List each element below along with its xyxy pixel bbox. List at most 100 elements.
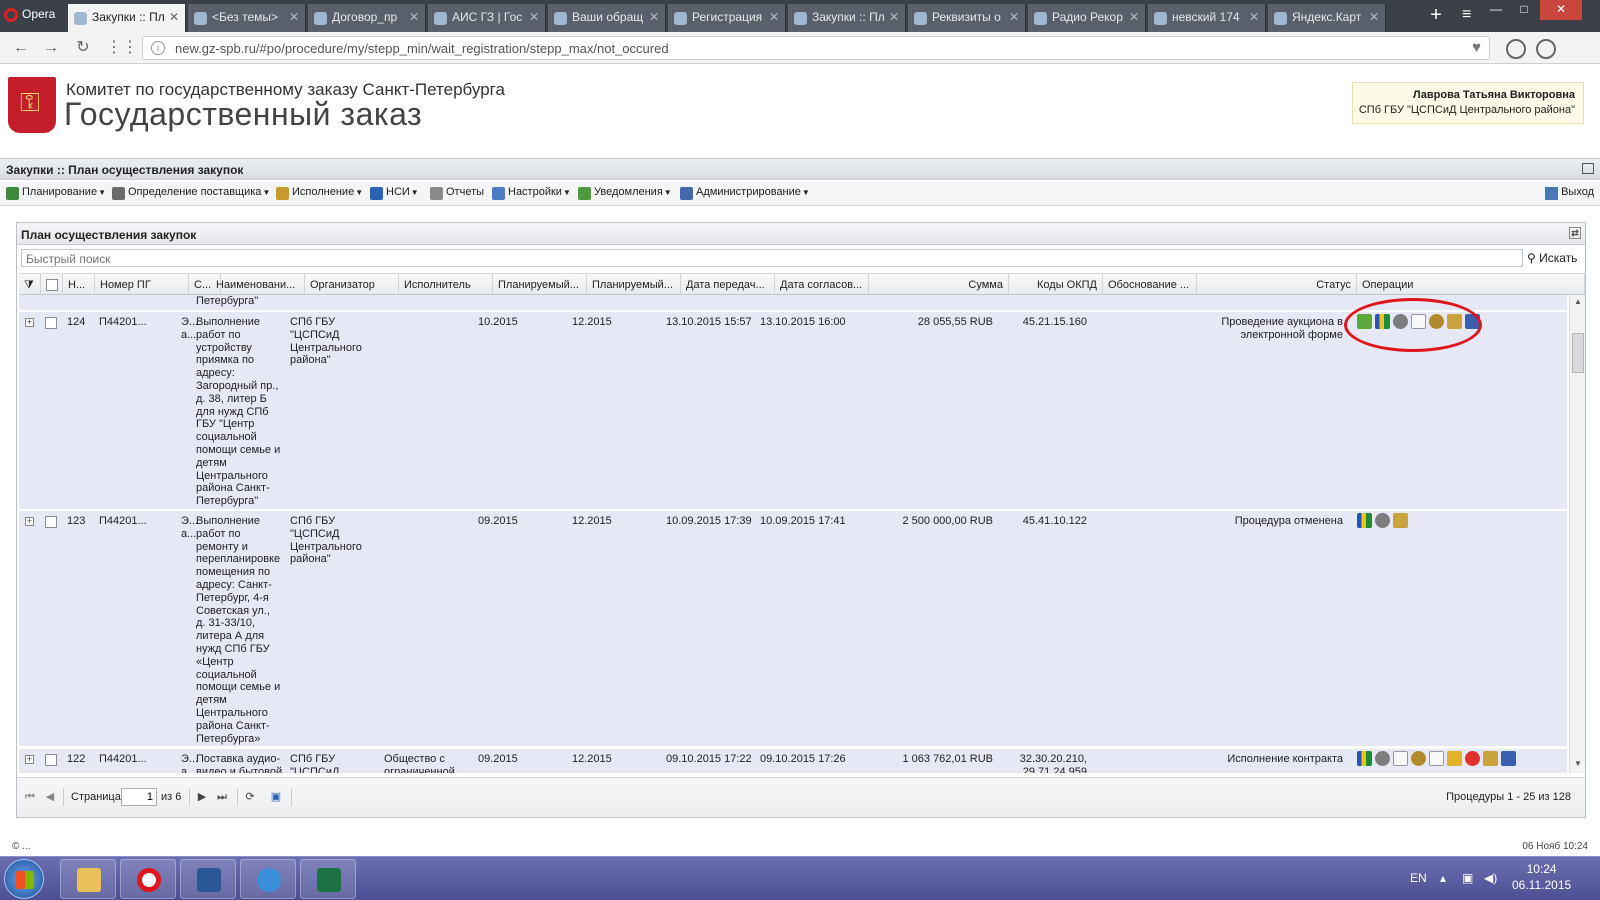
table-row[interactable]: +122 П44201... Э... а... Поставка аудио-виде… (19, 749, 1567, 773)
operation-red-icon[interactable] (1465, 751, 1480, 766)
minimize-button[interactable]: — (1484, 0, 1508, 20)
row-checkbox[interactable] (45, 754, 57, 766)
tab-close-icon[interactable]: ✕ (1369, 10, 1379, 24)
close-window-button[interactable]: ✕ (1540, 0, 1582, 20)
column-header[interactable]: Сумма (869, 274, 1009, 296)
exit-button[interactable]: Выход (1545, 186, 1594, 200)
column-header[interactable]: Номер ПГ (95, 274, 189, 296)
column-header[interactable]: Коды ОКПД (1009, 274, 1103, 296)
tab-close-icon[interactable]: ✕ (769, 10, 779, 24)
browser-tab[interactable]: Закупки :: Пл ✕ (68, 4, 186, 32)
operation-scroll-icon[interactable] (1483, 751, 1498, 766)
expand-row-icon[interactable]: + (25, 755, 34, 764)
tray-expand-icon[interactable]: ▴ (1440, 871, 1446, 885)
next-page-icon[interactable]: ▶ (195, 790, 209, 804)
menu-item[interactable]: Исполнение▼ (276, 186, 363, 202)
taskbar-ie[interactable] (240, 859, 296, 899)
language-indicator[interactable]: EN (1410, 871, 1427, 885)
tab-close-icon[interactable]: ✕ (1129, 10, 1139, 24)
collapse-icon[interactable] (1582, 163, 1594, 174)
panel-refresh-icon[interactable]: ⇄ (1569, 227, 1581, 239)
security-icon[interactable]: i (151, 41, 165, 55)
browser-tab[interactable]: Договор_пр ✕ (308, 4, 426, 32)
column-header[interactable]: Планируемый... (493, 274, 587, 296)
operation-scroll-icon[interactable] (1393, 513, 1408, 528)
forward-icon[interactable]: → (42, 39, 60, 57)
page-number-input[interactable] (121, 788, 157, 806)
column-header[interactable]: Планируемый... (587, 274, 681, 296)
column-header[interactable]: Операции (1357, 274, 1585, 296)
back-icon[interactable]: ← (12, 39, 30, 57)
opera-menu-button[interactable]: Opera (0, 0, 66, 32)
tab-close-icon[interactable]: ✕ (889, 10, 899, 24)
menu-item[interactable]: НСИ▼ (370, 186, 419, 202)
operation-yellow-icon[interactable] (1447, 751, 1462, 766)
row-checkbox[interactable] (45, 317, 57, 329)
new-tab-button[interactable]: + (1424, 4, 1448, 28)
network-icon[interactable]: ▣ (1462, 871, 1473, 885)
scroll-up-icon[interactable]: ▲ (1574, 297, 1582, 306)
browser-tab[interactable]: Реквизиты о ✕ (908, 4, 1026, 32)
url-field[interactable]: i new.gz-spb.ru/#po/procedure/my/stepp_m… (142, 36, 1490, 60)
browser-tab[interactable]: Яндекс.Карт ✕ (1268, 4, 1386, 32)
row-checkbox[interactable] (45, 516, 57, 528)
taskbar-explorer[interactable] (60, 859, 116, 899)
grid-scrollbar[interactable]: ▲ ▼ (1569, 295, 1585, 773)
first-page-icon[interactable]: ⏮ (23, 790, 37, 804)
prev-page-icon[interactable]: ◀ (43, 790, 57, 804)
taskbar-opera[interactable] (120, 859, 176, 899)
browser-tab[interactable]: Радио Рекор ✕ (1028, 4, 1146, 32)
expand-row-icon[interactable]: + (25, 517, 34, 526)
refresh-icon[interactable]: ⟳ (243, 790, 257, 804)
save-icon[interactable]: ▣ (269, 790, 283, 804)
tab-close-icon[interactable]: ✕ (289, 10, 299, 24)
browser-tab[interactable]: невский 174 ✕ (1148, 4, 1266, 32)
speed-dial-icon[interactable]: ⋮⋮ (106, 39, 138, 57)
table-row[interactable]: +123 П44201... Э... а... Выполнение работ по р… (19, 511, 1567, 747)
taskbar-clock[interactable]: 10:24 06.11.2015 (1512, 861, 1571, 893)
start-button[interactable] (4, 859, 44, 899)
operation-doc-icon[interactable] (1429, 751, 1444, 766)
reload-icon[interactable]: ↻ (74, 39, 92, 57)
operation-chart-icon[interactable] (1357, 513, 1372, 528)
column-header[interactable]: Наименовани... (211, 274, 305, 296)
browser-tab[interactable]: АИС ГЗ | Гос ✕ (428, 4, 546, 32)
volume-icon[interactable]: ◀) (1484, 871, 1497, 885)
column-header[interactable]: Н... (63, 274, 95, 296)
browser-tab[interactable]: Закупки :: Пл ✕ (788, 4, 906, 32)
search-button[interactable]: ⚲ Искать (1527, 251, 1577, 265)
last-page-icon[interactable]: ⏭ (215, 790, 229, 804)
operation-eagle-icon[interactable] (1411, 751, 1426, 766)
bookmark-heart-icon[interactable]: ♥ (1472, 39, 1481, 56)
browser-tab[interactable]: <Без темы> ✕ (188, 4, 306, 32)
tab-menu-icon[interactable]: ≡ (1462, 6, 1471, 24)
downloads-icon[interactable] (1506, 39, 1526, 59)
menu-item[interactable]: Настройки▼ (492, 186, 571, 202)
menu-item[interactable]: Отчеты (430, 186, 484, 202)
select-all-checkbox[interactable] (41, 274, 63, 296)
table-row[interactable]: +124 П44201... Э... а... Выполнение работ по у… (19, 312, 1567, 510)
column-header[interactable]: Обоснование ... (1103, 274, 1197, 296)
scrollbar-thumb[interactable] (1572, 333, 1584, 373)
operation-blue-icon[interactable] (1501, 751, 1516, 766)
tab-close-icon[interactable]: ✕ (1249, 10, 1259, 24)
browser-tab[interactable]: Регистрация ✕ (668, 4, 786, 32)
table-row[interactable]: Петербурга" (19, 295, 1567, 311)
column-header[interactable]: Исполнитель (399, 274, 493, 296)
tab-close-icon[interactable]: ✕ (529, 10, 539, 24)
tab-close-icon[interactable]: ✕ (169, 10, 179, 24)
expand-row-icon[interactable]: + (25, 318, 34, 327)
menu-item[interactable]: Планирование▼ (6, 186, 106, 202)
tab-close-icon[interactable]: ✕ (649, 10, 659, 24)
maximize-button[interactable]: □ (1512, 0, 1536, 20)
account-icon[interactable] (1536, 39, 1556, 59)
column-header[interactable]: Дата передач... (681, 274, 775, 296)
column-header[interactable]: Дата согласов... (775, 274, 869, 296)
operation-chart-icon[interactable] (1357, 751, 1372, 766)
operation-doc-icon[interactable] (1393, 751, 1408, 766)
taskbar-excel[interactable] (300, 859, 356, 899)
menu-item[interactable]: Определение поставщика▼ (112, 186, 270, 202)
column-header[interactable]: Статус (1197, 274, 1357, 296)
taskbar-word[interactable] (180, 859, 236, 899)
operation-gear-icon[interactable] (1375, 513, 1390, 528)
